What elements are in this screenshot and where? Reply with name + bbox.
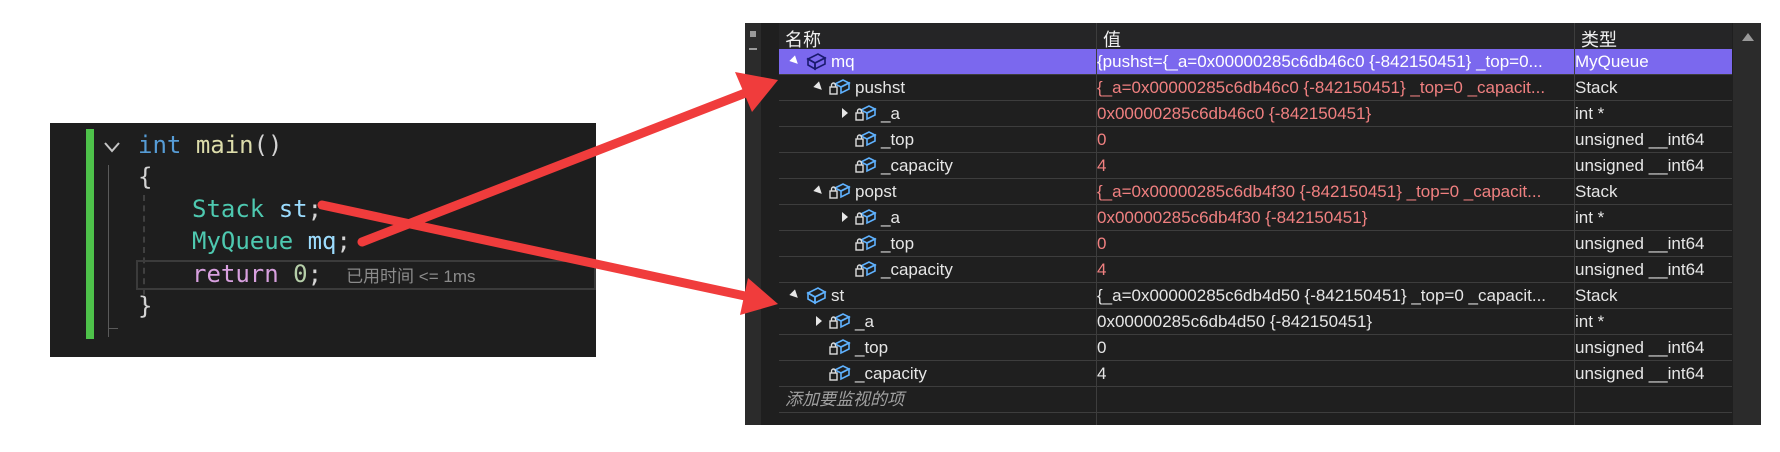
arrow-st-to-watch: [317, 200, 750, 301]
annotation-arrows: [317, 72, 778, 315]
arrow-mq-to-watch: [357, 87, 753, 247]
arrow-head-st: [740, 278, 778, 315]
